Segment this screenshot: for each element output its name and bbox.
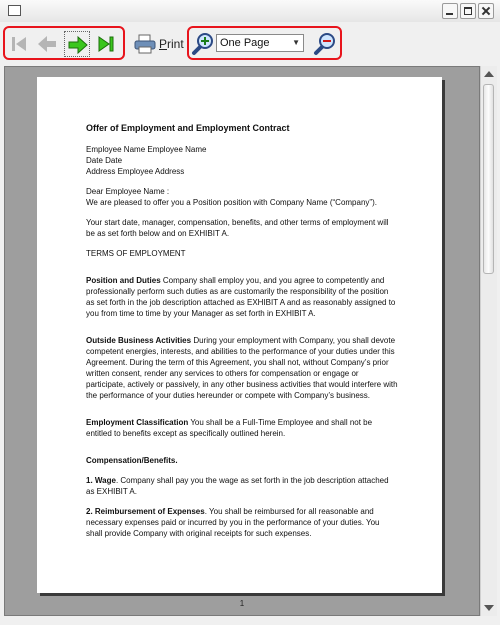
arrow-right-icon xyxy=(68,35,88,55)
zoom-out-icon xyxy=(314,33,335,55)
header-line: Address Employee Address xyxy=(86,167,185,176)
classification-paragraph: Employment Classification You shall be a… xyxy=(86,418,373,438)
close-button[interactable] xyxy=(478,3,494,19)
document-viewport[interactable]: Offer of Employment and Employment Contr… xyxy=(4,66,480,616)
zoom-level-select[interactable]: One Page ▼ xyxy=(216,34,304,52)
header-line: Employee Name Employee Name xyxy=(86,145,207,154)
previous-page-button[interactable] xyxy=(34,31,60,57)
scroll-down-icon[interactable] xyxy=(484,605,494,611)
next-page-button[interactable] xyxy=(64,31,90,57)
document-title: Offer of Employment and Employment Contr… xyxy=(86,123,290,133)
print-button[interactable]: Print xyxy=(134,32,184,56)
first-page-icon xyxy=(12,37,26,51)
scroll-up-icon[interactable] xyxy=(484,71,494,77)
zoom-in-button[interactable] xyxy=(190,31,216,57)
wage-paragraph: 1. Wage. Company shall pay you the wage … xyxy=(86,476,389,496)
zoom-in-icon xyxy=(192,33,213,55)
arrow-left-icon xyxy=(38,36,56,52)
minimize-button[interactable] xyxy=(442,3,458,19)
last-page-button[interactable] xyxy=(94,31,120,57)
chevron-down-icon: ▼ xyxy=(292,38,300,47)
printer-icon xyxy=(134,34,156,54)
first-page-button[interactable] xyxy=(6,31,32,57)
status-bar xyxy=(0,616,500,625)
window-titlebar xyxy=(0,0,500,23)
terms-heading: TERMS OF EMPLOYMENT xyxy=(86,249,186,258)
last-page-icon xyxy=(98,36,114,52)
reimbursement-paragraph: 2. Reimbursement of Expenses. You shall … xyxy=(86,507,380,538)
compensation-heading: Compensation/Benefits. xyxy=(86,456,178,465)
print-label: Print xyxy=(159,37,184,51)
greeting: Dear Employee Name : xyxy=(86,187,170,196)
toolbar: Print One Page ▼ xyxy=(0,22,500,67)
scroll-thumb[interactable] xyxy=(483,84,494,274)
outside-activities-paragraph: Outside Business Activities During your … xyxy=(86,336,398,400)
page-number: 1 xyxy=(239,599,245,608)
zoom-level-value: One Page xyxy=(220,37,270,49)
document-page: Offer of Employment and Employment Contr… xyxy=(37,77,442,593)
position-paragraph: Position and Duties Company shall employ… xyxy=(86,276,396,318)
vertical-scrollbar[interactable] xyxy=(480,66,497,616)
header-line: Date Date xyxy=(86,156,123,165)
page-content: Offer of Employment and Employment Contr… xyxy=(86,123,398,548)
window-controls xyxy=(442,3,494,19)
maximize-button[interactable] xyxy=(460,3,476,19)
start-paragraph: Your start date, manager, compensation, … xyxy=(86,218,389,238)
window-icon xyxy=(8,5,21,16)
zoom-out-button[interactable] xyxy=(312,31,338,57)
intro-paragraph: We are pleased to offer you a Position p… xyxy=(86,198,377,207)
